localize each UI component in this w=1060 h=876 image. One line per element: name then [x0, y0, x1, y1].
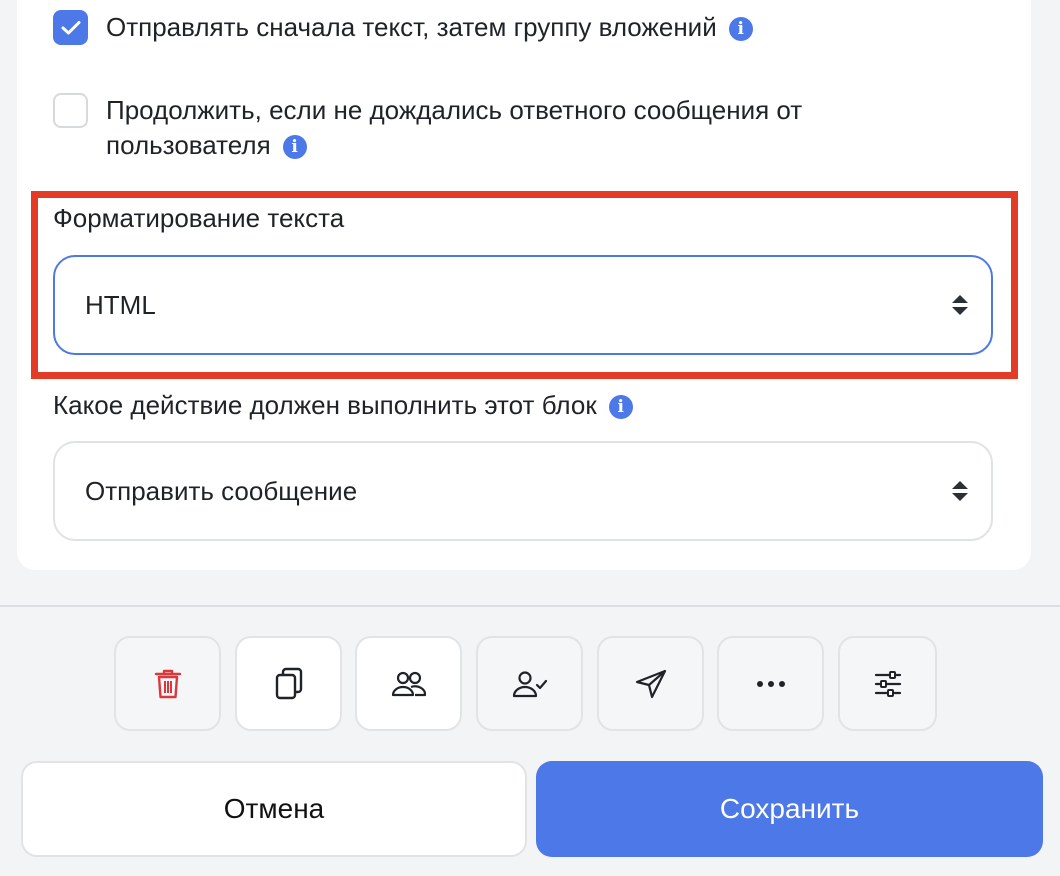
assign-user-button[interactable]	[476, 636, 583, 731]
info-icon[interactable]: i	[282, 135, 307, 159]
trash-icon	[154, 669, 181, 698]
continue-without-reply-checkbox[interactable]	[53, 93, 88, 128]
more-icon	[756, 680, 785, 687]
text-formatting-label: Форматирование текста	[53, 203, 345, 233]
info-icon[interactable]: i	[728, 17, 753, 41]
more-button[interactable]	[717, 636, 824, 731]
block-action-value: Отправить сообщение	[85, 475, 358, 506]
text-formatting-value: HTML	[85, 289, 156, 320]
sort-arrows-icon	[952, 295, 968, 315]
copy-icon	[275, 667, 302, 699]
block-action-label: Какое действие должен выполнить этот бло…	[53, 390, 597, 420]
continue-without-reply-option[interactable]: Продолжить, если не дождались ответного …	[53, 93, 953, 163]
cancel-button[interactable]: Отмена	[21, 761, 527, 857]
settings-button[interactable]	[838, 636, 937, 731]
sliders-icon	[874, 670, 901, 697]
send-text-first-option[interactable]: Отправлять сначала текст, затем группу в…	[53, 10, 753, 45]
delete-button[interactable]	[114, 636, 221, 731]
block-action-label-row: Какое действие должен выполнить этот бло…	[53, 389, 633, 421]
user-check-icon	[512, 670, 547, 697]
send-text-first-checkbox[interactable]	[53, 10, 88, 45]
continue-without-reply-label: Продолжить, если не дождались ответного …	[106, 95, 803, 160]
checkmark-icon	[61, 20, 80, 34]
block-action-select[interactable]: Отправить сообщение	[53, 441, 993, 541]
footer-divider	[0, 605, 1060, 607]
users-button[interactable]	[355, 636, 462, 731]
save-button[interactable]: Сохранить	[536, 761, 1043, 857]
sort-arrows-icon	[952, 481, 968, 501]
send-text-first-label: Отправлять сначала текст, затем группу в…	[106, 12, 717, 42]
text-formatting-select[interactable]: HTML	[53, 255, 993, 355]
copy-button[interactable]	[235, 636, 342, 731]
send-icon	[635, 669, 666, 698]
info-icon[interactable]: i	[608, 395, 633, 419]
send-button[interactable]	[597, 636, 704, 731]
users-icon	[391, 671, 426, 696]
